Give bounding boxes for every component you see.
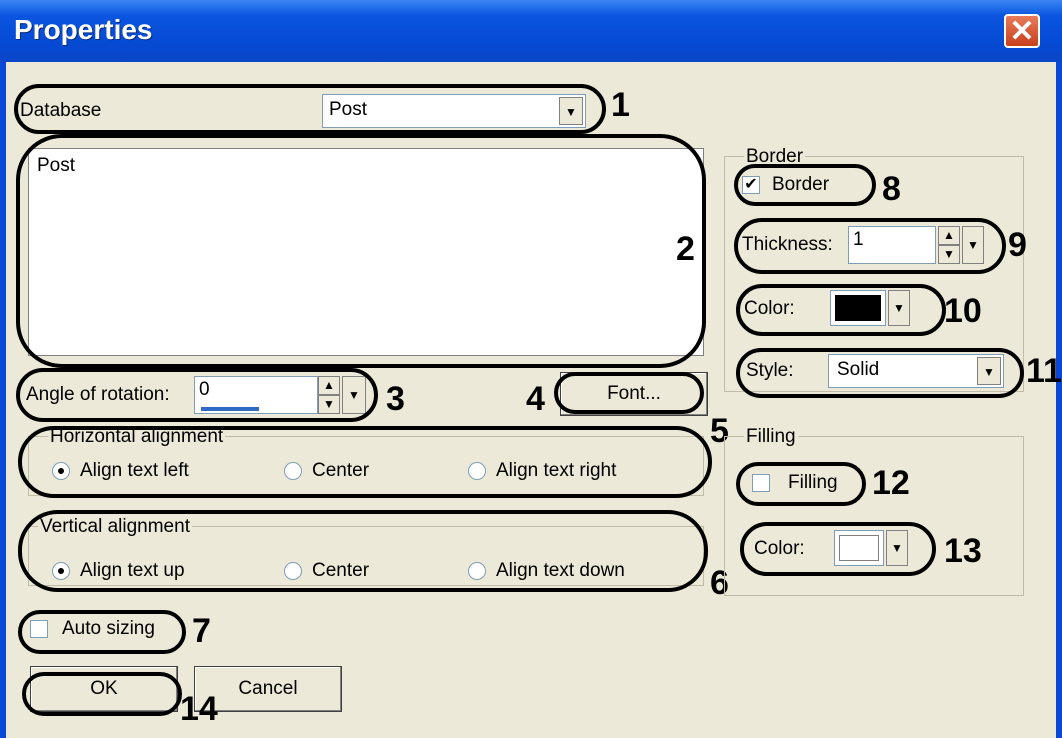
callout-ring-14 bbox=[22, 672, 182, 716]
window-title: Properties bbox=[14, 14, 153, 45]
callout-number-11: 11 bbox=[1026, 352, 1062, 390]
callout-ring-2 bbox=[16, 134, 706, 368]
callout-ring-8 bbox=[734, 164, 876, 206]
callout-ring-9 bbox=[734, 218, 1006, 274]
callout-ring-11 bbox=[736, 348, 1024, 398]
callout-ring-13 bbox=[740, 522, 936, 576]
callout-number-3: 3 bbox=[386, 380, 405, 418]
callout-number-10: 10 bbox=[944, 292, 982, 330]
callout-ring-3 bbox=[16, 368, 378, 422]
close-button[interactable]: ✕ bbox=[1004, 14, 1040, 48]
callout-number-8: 8 bbox=[882, 170, 901, 208]
properties-window: Properties ✕ Database Post ▼ 1 Post 2 An… bbox=[0, 0, 1062, 738]
callout-number-13: 13 bbox=[944, 532, 982, 570]
callout-number-2: 2 bbox=[676, 230, 695, 268]
callout-number-9: 9 bbox=[1008, 226, 1027, 264]
callout-number-14: 14 bbox=[180, 690, 218, 728]
callout-ring-1 bbox=[14, 84, 606, 134]
callout-number-7: 7 bbox=[192, 612, 211, 650]
callout-ring-4 bbox=[554, 372, 704, 414]
callout-number-4: 4 bbox=[526, 380, 545, 418]
title-bar: Properties ✕ bbox=[0, 0, 1062, 62]
callout-ring-10 bbox=[736, 284, 946, 336]
callout-number-1: 1 bbox=[611, 86, 630, 124]
callout-ring-12 bbox=[736, 462, 866, 506]
callout-ring-7 bbox=[18, 610, 186, 654]
filling-group-title: Filling bbox=[744, 426, 798, 448]
callout-number-12: 12 bbox=[872, 464, 910, 502]
dialog-client-area: Database Post ▼ 1 Post 2 Angle of rotati… bbox=[6, 62, 1062, 738]
callout-ring-6 bbox=[18, 510, 708, 592]
callout-ring-5 bbox=[18, 426, 712, 498]
